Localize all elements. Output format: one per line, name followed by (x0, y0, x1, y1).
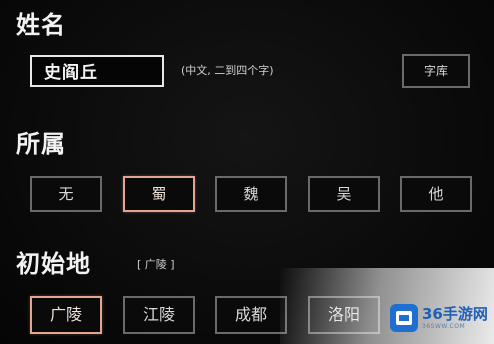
character-creation-screen: 姓名 史阎丘 (中文, 二到四个字) 字库 所属 无 蜀 魏 吴 他 初始地 [… (0, 0, 494, 344)
watermark: 36手游网 36SWW.COM (390, 298, 490, 338)
origin-option-guangling[interactable]: 广陵 (30, 296, 102, 334)
name-library-button[interactable]: 字库 (402, 54, 470, 88)
origin-option-jiangling[interactable]: 江陵 (123, 296, 195, 334)
origin-section-title: 初始地 (16, 250, 91, 278)
origin-current-tag: [ 广陵 ] (137, 258, 175, 271)
faction-option-wei[interactable]: 魏 (215, 176, 287, 212)
watermark-sub-text: 36SWW.COM (422, 322, 466, 330)
origin-option-luoyang[interactable]: 洛阳 (308, 296, 380, 334)
watermark-main-text: 36手游网 (422, 304, 488, 323)
faction-section-title: 所属 (16, 130, 66, 158)
faction-option-shu[interactable]: 蜀 (123, 176, 195, 212)
name-section-title: 姓名 (16, 11, 66, 39)
faction-option-wu[interactable]: 吴 (308, 176, 380, 212)
origin-option-chengdu[interactable]: 成都 (215, 296, 287, 334)
name-hint: (中文, 二到四个字) (181, 64, 274, 77)
name-input[interactable]: 史阎丘 (30, 55, 164, 87)
faction-option-none[interactable]: 无 (30, 176, 102, 212)
watermark-logo-icon (390, 304, 418, 332)
faction-option-other[interactable]: 他 (400, 176, 472, 212)
